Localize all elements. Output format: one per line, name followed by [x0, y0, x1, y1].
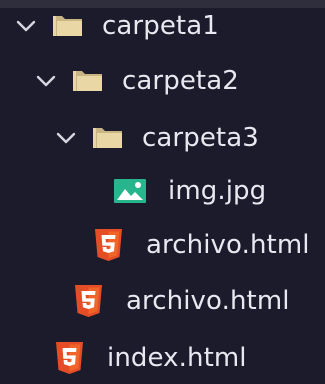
- chevron-down-icon[interactable]: [15, 15, 37, 37]
- tree-item-carpeta3[interactable]: carpeta3: [0, 112, 325, 164]
- tree-item-label: carpeta2: [122, 66, 239, 96]
- tree-item-label: archivo.html: [126, 286, 290, 316]
- file-explorer-tree: carpeta1 carpeta2 carpeta3 img.jpg archi…: [0, 0, 325, 374]
- tree-item-label: img.jpg: [168, 176, 267, 206]
- tree-item-carpeta1[interactable]: carpeta1: [0, 0, 325, 52]
- chevron-down-icon[interactable]: [55, 127, 77, 149]
- tree-item-label: archivo.html: [146, 230, 310, 260]
- tree-item-img-jpg[interactable]: img.jpg: [0, 165, 325, 217]
- folder-icon: [93, 128, 122, 148]
- tree-item-archivo-html[interactable]: archivo.html: [0, 275, 325, 327]
- tree-item-carpeta2[interactable]: carpeta2: [0, 55, 325, 107]
- tree-item-label: carpeta1: [102, 11, 219, 41]
- tree-item-label: carpeta3: [142, 123, 259, 153]
- tree-item-index-html[interactable]: index.html: [0, 332, 325, 384]
- html5-file-icon: [95, 229, 122, 261]
- tree-item-label: index.html: [107, 343, 247, 373]
- html5-file-icon: [75, 285, 102, 317]
- html5-file-icon: [56, 342, 83, 374]
- tree-item-archivo-html[interactable]: archivo.html: [0, 219, 325, 271]
- folder-icon: [53, 16, 82, 36]
- image-file-icon: [114, 179, 146, 203]
- chevron-down-icon[interactable]: [35, 70, 57, 92]
- folder-icon: [73, 71, 102, 91]
